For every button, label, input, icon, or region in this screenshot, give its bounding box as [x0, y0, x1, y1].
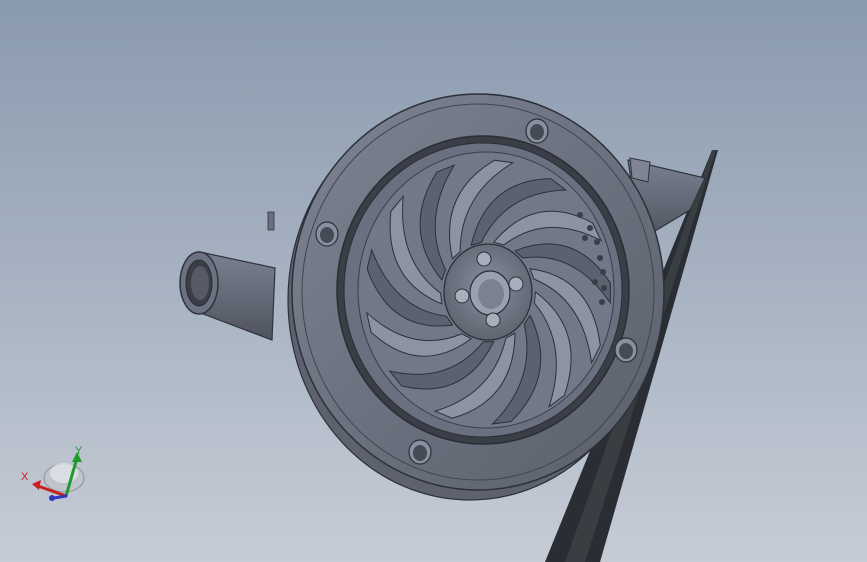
inlet-pipe-left: [179, 211, 276, 341]
bolt-hole-top: [525, 118, 549, 144]
bolt-hole-left: [315, 221, 339, 247]
z-axis-line: [52, 494, 68, 500]
bolt-hole-right: [614, 337, 638, 363]
y-axis-label: Y: [75, 445, 83, 457]
3d-model-viewport[interactable]: X Y: [0, 0, 867, 562]
impeller-hub[interactable]: [443, 243, 533, 341]
bolt-hole-bottom: [408, 439, 432, 465]
orientation-triad: X Y: [21, 445, 85, 501]
x-axis-label: X: [21, 471, 29, 483]
